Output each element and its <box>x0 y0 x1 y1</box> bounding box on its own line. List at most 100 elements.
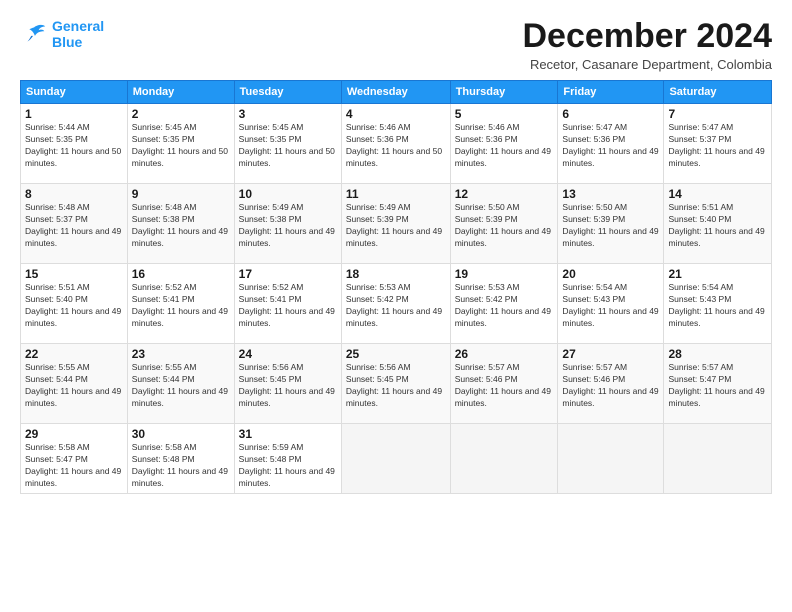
calendar-cell: 26 Sunrise: 5:57 AM Sunset: 5:46 PM Dayl… <box>450 344 558 424</box>
location: Recetor, Casanare Department, Colombia <box>522 57 772 72</box>
title-area: December 2024 Recetor, Casanare Departme… <box>522 18 772 72</box>
day-info: Sunrise: 5:45 AM Sunset: 5:35 PM Dayligh… <box>132 122 230 170</box>
day-number: 6 <box>562 107 659 121</box>
day-info: Sunrise: 5:49 AM Sunset: 5:38 PM Dayligh… <box>239 202 337 250</box>
calendar-cell: 27 Sunrise: 5:57 AM Sunset: 5:46 PM Dayl… <box>558 344 664 424</box>
day-info: Sunrise: 5:48 AM Sunset: 5:37 PM Dayligh… <box>25 202 123 250</box>
page: General Blue December 2024 Recetor, Casa… <box>0 0 792 612</box>
day-number: 2 <box>132 107 230 121</box>
calendar-cell: 15 Sunrise: 5:51 AM Sunset: 5:40 PM Dayl… <box>21 264 128 344</box>
day-info: Sunrise: 5:48 AM Sunset: 5:38 PM Dayligh… <box>132 202 230 250</box>
day-info: Sunrise: 5:54 AM Sunset: 5:43 PM Dayligh… <box>562 282 659 330</box>
day-number: 13 <box>562 187 659 201</box>
day-number: 17 <box>239 267 337 281</box>
header-thursday: Thursday <box>450 81 558 104</box>
calendar-cell: 13 Sunrise: 5:50 AM Sunset: 5:39 PM Dayl… <box>558 184 664 264</box>
header-sunday: Sunday <box>21 81 128 104</box>
day-info: Sunrise: 5:49 AM Sunset: 5:39 PM Dayligh… <box>346 202 446 250</box>
day-number: 24 <box>239 347 337 361</box>
day-info: Sunrise: 5:47 AM Sunset: 5:37 PM Dayligh… <box>668 122 767 170</box>
calendar-cell: 25 Sunrise: 5:56 AM Sunset: 5:45 PM Dayl… <box>341 344 450 424</box>
day-number: 21 <box>668 267 767 281</box>
day-number: 29 <box>25 427 123 441</box>
day-info: Sunrise: 5:53 AM Sunset: 5:42 PM Dayligh… <box>455 282 554 330</box>
calendar-cell: 23 Sunrise: 5:55 AM Sunset: 5:44 PM Dayl… <box>127 344 234 424</box>
calendar-cell: 2 Sunrise: 5:45 AM Sunset: 5:35 PM Dayli… <box>127 104 234 184</box>
day-number: 3 <box>239 107 337 121</box>
day-info: Sunrise: 5:47 AM Sunset: 5:36 PM Dayligh… <box>562 122 659 170</box>
calendar-cell <box>558 424 664 494</box>
day-info: Sunrise: 5:58 AM Sunset: 5:47 PM Dayligh… <box>25 442 123 490</box>
header-wednesday: Wednesday <box>341 81 450 104</box>
day-info: Sunrise: 5:45 AM Sunset: 5:35 PM Dayligh… <box>239 122 337 170</box>
logo: General Blue <box>20 18 104 50</box>
calendar-cell: 7 Sunrise: 5:47 AM Sunset: 5:37 PM Dayli… <box>664 104 772 184</box>
day-number: 4 <box>346 107 446 121</box>
header-tuesday: Tuesday <box>234 81 341 104</box>
calendar-cell: 21 Sunrise: 5:54 AM Sunset: 5:43 PM Dayl… <box>664 264 772 344</box>
weekday-header-row: Sunday Monday Tuesday Wednesday Thursday… <box>21 81 772 104</box>
calendar-cell: 16 Sunrise: 5:52 AM Sunset: 5:41 PM Dayl… <box>127 264 234 344</box>
calendar-cell: 8 Sunrise: 5:48 AM Sunset: 5:37 PM Dayli… <box>21 184 128 264</box>
day-info: Sunrise: 5:53 AM Sunset: 5:42 PM Dayligh… <box>346 282 446 330</box>
day-number: 28 <box>668 347 767 361</box>
calendar-cell: 20 Sunrise: 5:54 AM Sunset: 5:43 PM Dayl… <box>558 264 664 344</box>
logo-text: General Blue <box>52 18 104 50</box>
day-number: 20 <box>562 267 659 281</box>
day-info: Sunrise: 5:44 AM Sunset: 5:35 PM Dayligh… <box>25 122 123 170</box>
day-number: 18 <box>346 267 446 281</box>
calendar-cell: 5 Sunrise: 5:46 AM Sunset: 5:36 PM Dayli… <box>450 104 558 184</box>
day-number: 25 <box>346 347 446 361</box>
calendar-cell: 19 Sunrise: 5:53 AM Sunset: 5:42 PM Dayl… <box>450 264 558 344</box>
day-number: 19 <box>455 267 554 281</box>
calendar-cell: 30 Sunrise: 5:58 AM Sunset: 5:48 PM Dayl… <box>127 424 234 494</box>
day-info: Sunrise: 5:59 AM Sunset: 5:48 PM Dayligh… <box>239 442 337 490</box>
calendar-cell: 12 Sunrise: 5:50 AM Sunset: 5:39 PM Dayl… <box>450 184 558 264</box>
day-number: 23 <box>132 347 230 361</box>
header: General Blue December 2024 Recetor, Casa… <box>20 18 772 72</box>
day-number: 30 <box>132 427 230 441</box>
logo-icon <box>20 20 48 48</box>
day-info: Sunrise: 5:56 AM Sunset: 5:45 PM Dayligh… <box>346 362 446 410</box>
calendar-cell: 11 Sunrise: 5:49 AM Sunset: 5:39 PM Dayl… <box>341 184 450 264</box>
calendar-cell: 9 Sunrise: 5:48 AM Sunset: 5:38 PM Dayli… <box>127 184 234 264</box>
calendar-cell: 14 Sunrise: 5:51 AM Sunset: 5:40 PM Dayl… <box>664 184 772 264</box>
calendar-cell: 31 Sunrise: 5:59 AM Sunset: 5:48 PM Dayl… <box>234 424 341 494</box>
day-info: Sunrise: 5:51 AM Sunset: 5:40 PM Dayligh… <box>668 202 767 250</box>
day-number: 16 <box>132 267 230 281</box>
day-number: 15 <box>25 267 123 281</box>
day-info: Sunrise: 5:56 AM Sunset: 5:45 PM Dayligh… <box>239 362 337 410</box>
calendar-cell <box>341 424 450 494</box>
day-number: 5 <box>455 107 554 121</box>
day-info: Sunrise: 5:46 AM Sunset: 5:36 PM Dayligh… <box>346 122 446 170</box>
day-info: Sunrise: 5:46 AM Sunset: 5:36 PM Dayligh… <box>455 122 554 170</box>
month-title: December 2024 <box>522 18 772 55</box>
day-number: 9 <box>132 187 230 201</box>
day-info: Sunrise: 5:50 AM Sunset: 5:39 PM Dayligh… <box>562 202 659 250</box>
day-info: Sunrise: 5:51 AM Sunset: 5:40 PM Dayligh… <box>25 282 123 330</box>
day-number: 31 <box>239 427 337 441</box>
calendar-cell <box>450 424 558 494</box>
calendar-cell <box>664 424 772 494</box>
day-number: 12 <box>455 187 554 201</box>
day-number: 1 <box>25 107 123 121</box>
day-info: Sunrise: 5:57 AM Sunset: 5:47 PM Dayligh… <box>668 362 767 410</box>
day-info: Sunrise: 5:55 AM Sunset: 5:44 PM Dayligh… <box>132 362 230 410</box>
header-saturday: Saturday <box>664 81 772 104</box>
calendar-cell: 18 Sunrise: 5:53 AM Sunset: 5:42 PM Dayl… <box>341 264 450 344</box>
day-info: Sunrise: 5:50 AM Sunset: 5:39 PM Dayligh… <box>455 202 554 250</box>
day-info: Sunrise: 5:52 AM Sunset: 5:41 PM Dayligh… <box>132 282 230 330</box>
calendar-cell: 1 Sunrise: 5:44 AM Sunset: 5:35 PM Dayli… <box>21 104 128 184</box>
calendar-cell: 22 Sunrise: 5:55 AM Sunset: 5:44 PM Dayl… <box>21 344 128 424</box>
calendar-cell: 3 Sunrise: 5:45 AM Sunset: 5:35 PM Dayli… <box>234 104 341 184</box>
calendar-cell: 4 Sunrise: 5:46 AM Sunset: 5:36 PM Dayli… <box>341 104 450 184</box>
day-info: Sunrise: 5:52 AM Sunset: 5:41 PM Dayligh… <box>239 282 337 330</box>
day-number: 8 <box>25 187 123 201</box>
header-monday: Monday <box>127 81 234 104</box>
calendar-cell: 10 Sunrise: 5:49 AM Sunset: 5:38 PM Dayl… <box>234 184 341 264</box>
day-number: 27 <box>562 347 659 361</box>
day-info: Sunrise: 5:58 AM Sunset: 5:48 PM Dayligh… <box>132 442 230 490</box>
day-number: 14 <box>668 187 767 201</box>
calendar-cell: 29 Sunrise: 5:58 AM Sunset: 5:47 PM Dayl… <box>21 424 128 494</box>
calendar-cell: 24 Sunrise: 5:56 AM Sunset: 5:45 PM Dayl… <box>234 344 341 424</box>
